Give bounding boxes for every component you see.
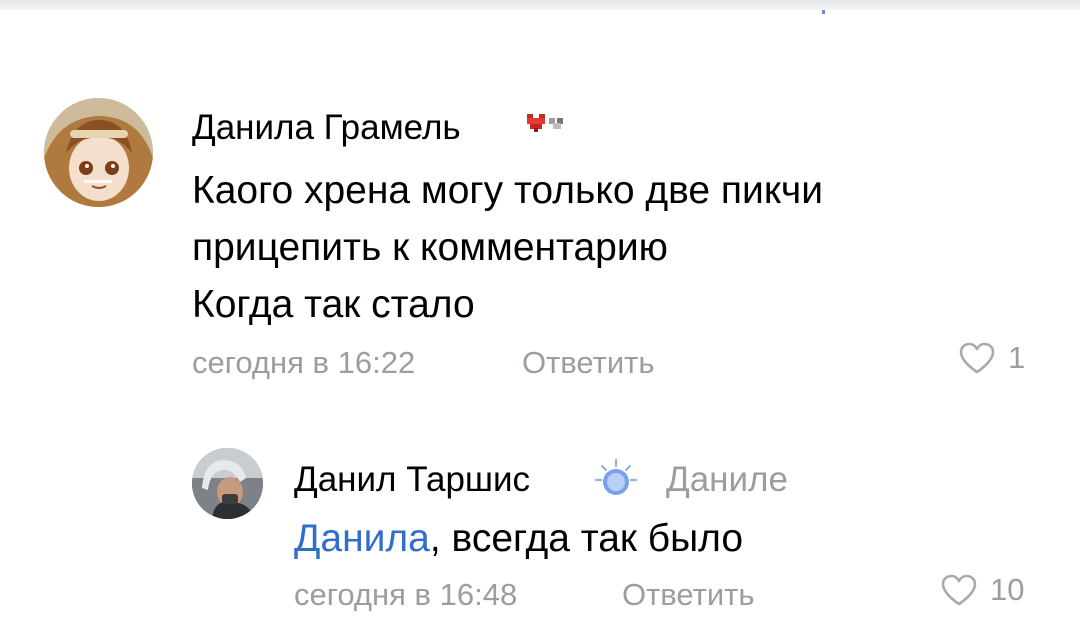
comment-author[interactable]: Данила Грамель — [192, 108, 461, 148]
like-button[interactable]: 10 — [940, 572, 1024, 608]
like-count: 10 — [990, 572, 1025, 607]
avatar[interactable] — [192, 448, 263, 519]
comment-timestamp: сегодня в 16:22 — [192, 345, 416, 380]
reply-button[interactable]: Ответить — [622, 577, 755, 613]
reply-text: Данила, всегда так было — [294, 517, 743, 561]
anime-avatar-image — [44, 98, 153, 207]
heart-outline-icon — [959, 342, 995, 374]
reply-author[interactable]: Данил Таршис — [294, 460, 530, 500]
comment-text-line: Каого хрена могу только две пикчи — [192, 169, 823, 212]
sparkle-sun-badge-icon — [594, 458, 638, 503]
mention-link[interactable]: Данила — [294, 517, 430, 560]
avatar[interactable] — [44, 98, 153, 207]
top-divider — [0, 0, 1080, 10]
reply-text-body: , всегда так было — [429, 517, 744, 560]
reply-button[interactable]: Ответить — [522, 345, 655, 381]
photo-avatar-image — [192, 448, 263, 519]
like-button[interactable]: 1 — [958, 340, 1025, 376]
comment-text-line: прицепить к комментарию — [192, 226, 668, 269]
pixel-heart-badge-icon — [527, 112, 571, 139]
heart-outline-icon — [941, 574, 977, 606]
scroll-indicator — [822, 10, 825, 14]
reply-addressee[interactable]: Даниле — [666, 460, 788, 500]
like-count: 1 — [1008, 340, 1026, 375]
reply-timestamp: сегодня в 16:48 — [294, 577, 518, 612]
comment-text-line: Когда так стало — [192, 283, 475, 326]
